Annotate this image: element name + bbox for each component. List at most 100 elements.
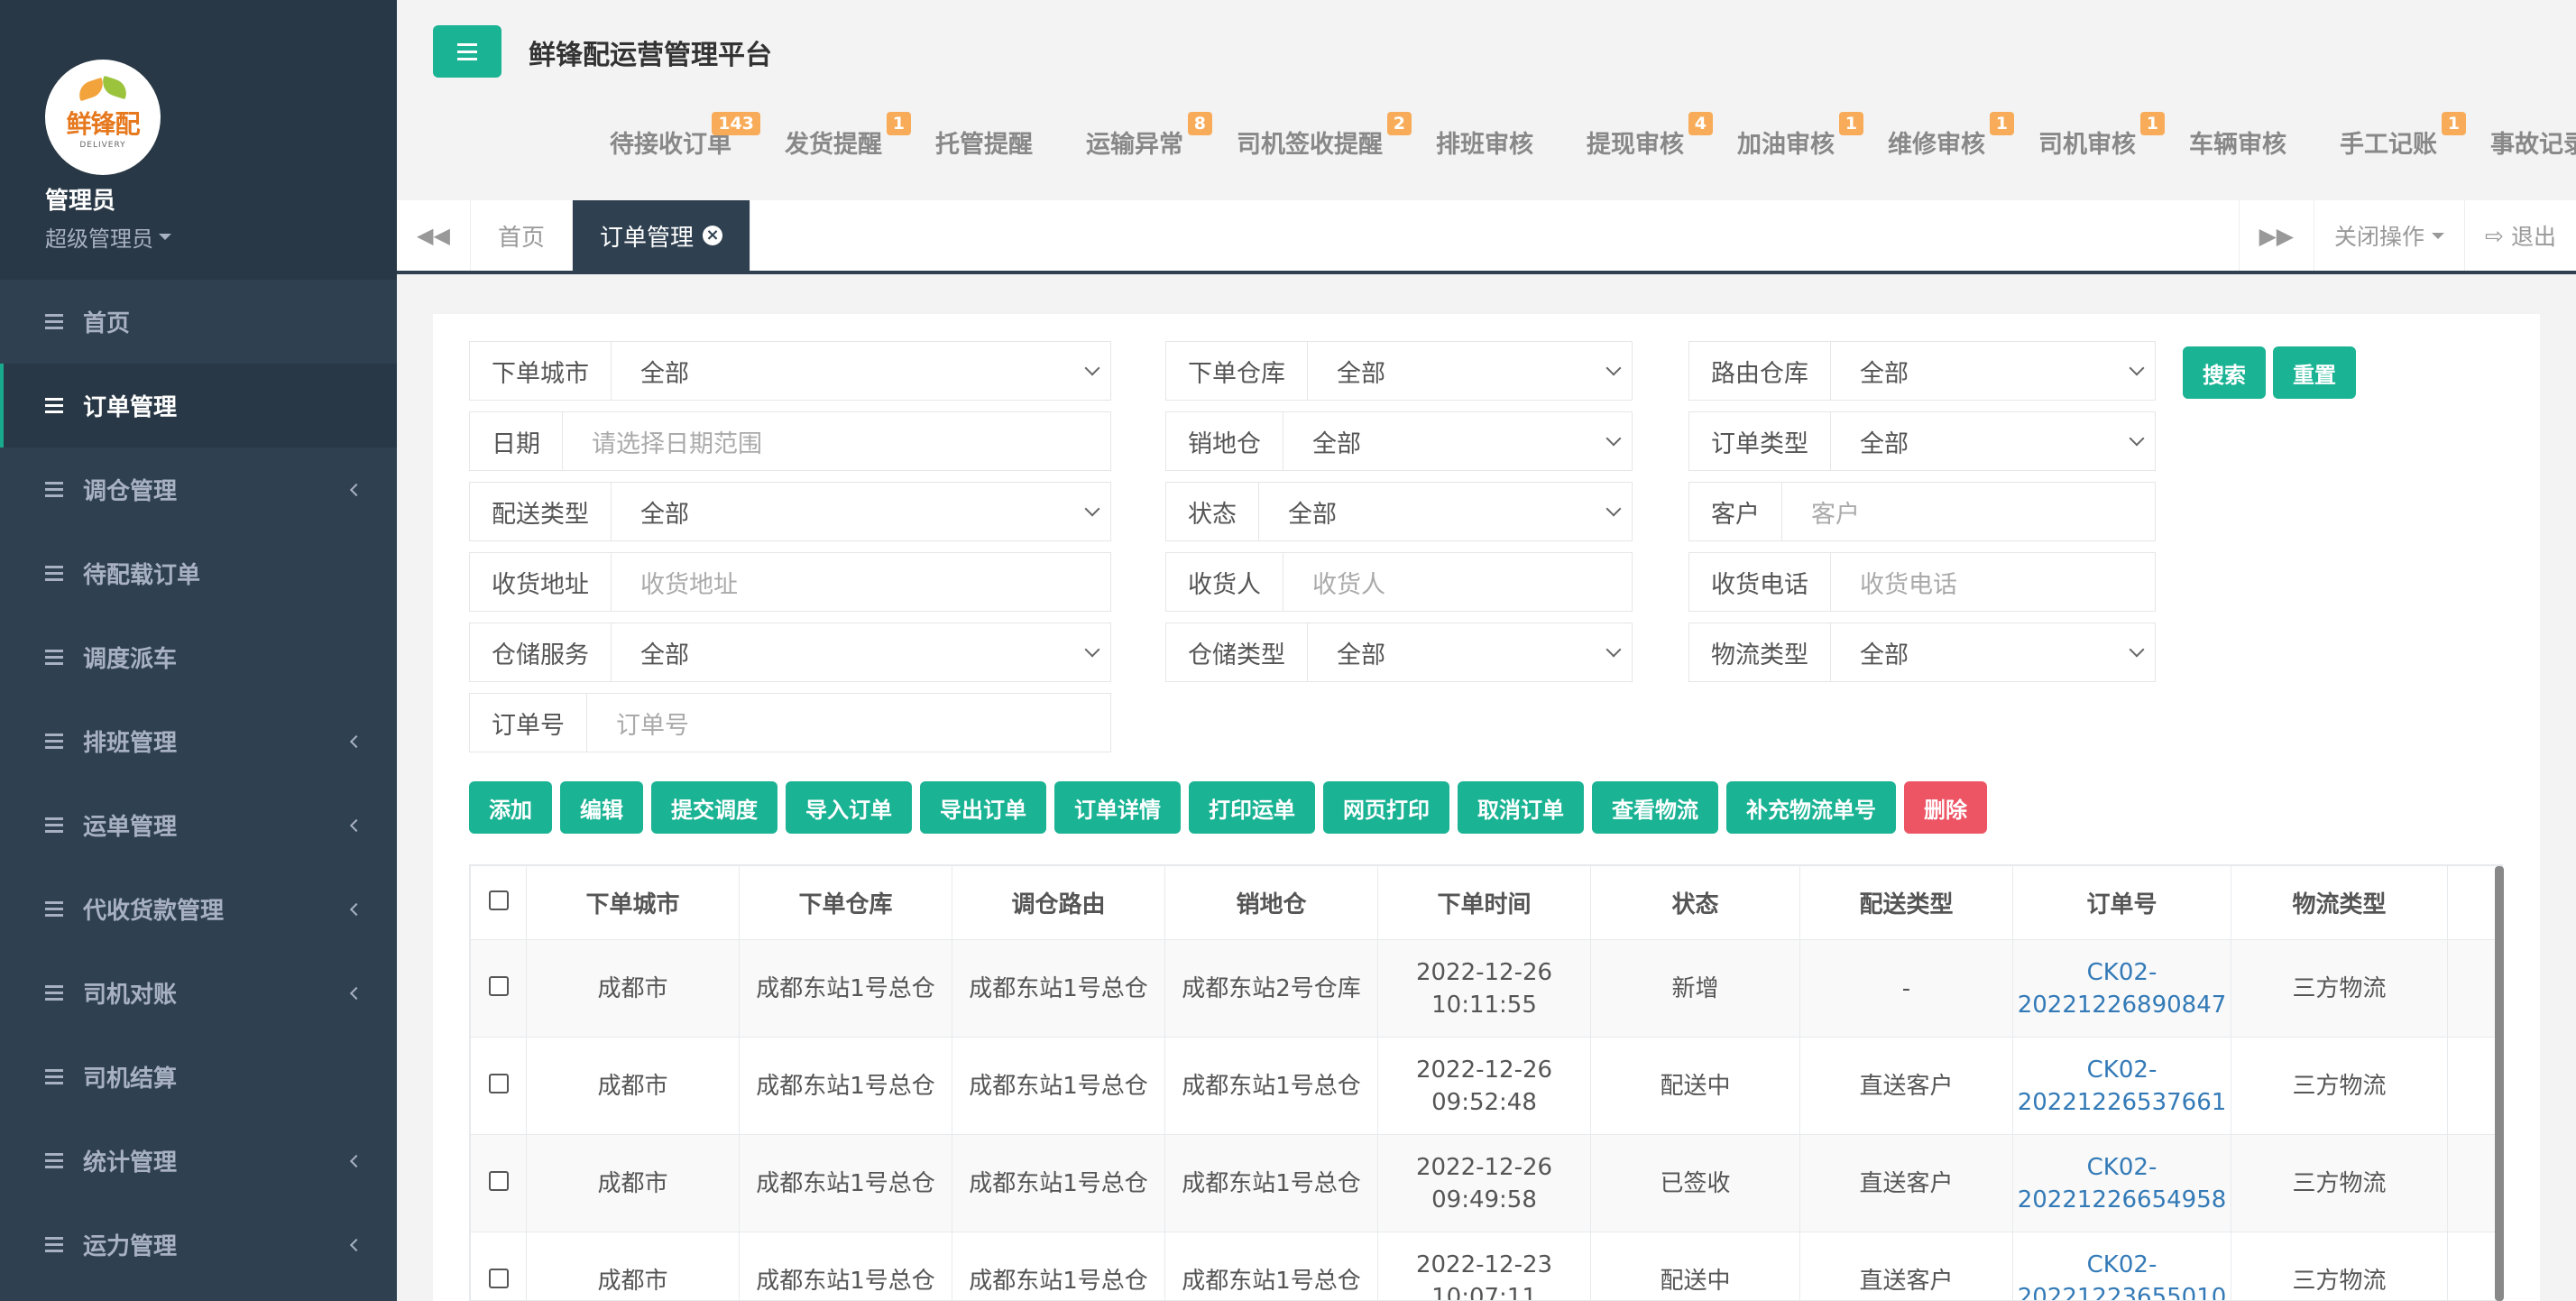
user-role-dropdown[interactable]: 超级管理员 <box>45 221 397 253</box>
reset-button[interactable]: 重置 <box>2273 346 2356 399</box>
row-checkbox[interactable] <box>488 975 509 996</box>
customer-input[interactable]: 客户 <box>1782 483 2155 540</box>
tabs-scroll-right-button[interactable]: ▶▶ <box>2238 200 2314 271</box>
sidebar-item[interactable]: 运力管理 <box>0 1203 397 1287</box>
topnav-item[interactable]: 运输异常 8 <box>1086 112 1212 160</box>
select-all-checkbox[interactable] <box>488 890 509 910</box>
action-button[interactable]: 订单详情 <box>1054 781 1181 834</box>
list-icon <box>45 985 63 1001</box>
sidebar-item[interactable]: 司机对账 <box>0 951 397 1035</box>
topnav-item[interactable]: 维修审核 1 <box>1888 112 2014 160</box>
action-button[interactable]: 取消订单 <box>1458 781 1584 834</box>
topnav-item[interactable]: 待接收订单 143 <box>610 112 760 160</box>
topnav-item[interactable]: 提现审核 4 <box>1587 112 1713 160</box>
select-value: 全部 <box>1312 429 1361 458</box>
table-row[interactable]: 成都市 成都东站1号总仓 成都东站1号总仓 成都东站2号仓库 2022-12-26 10:… <box>470 939 2502 1038</box>
order-number-suffix: 20221226654958 <box>2017 1186 2227 1213</box>
topnav-item[interactable]: 司机审核 1 <box>2038 112 2165 160</box>
delivery-type-select[interactable]: 全部 <box>612 483 1110 540</box>
action-button[interactable]: 添加 <box>469 781 552 834</box>
order-city-select[interactable]: 全部 <box>612 342 1110 400</box>
close-operations-dropdown[interactable]: 关闭操作 <box>2314 200 2464 271</box>
action-button[interactable]: 删除 <box>1904 781 1987 834</box>
topnav-item[interactable]: 发货提醒 1 <box>785 112 911 160</box>
sidebar-item[interactable]: 司机结算 <box>0 1035 397 1119</box>
table-row[interactable]: 成都市 成都东站1号总仓 成都东站1号总仓 成都东站1号总仓 2022-12-23 10:… <box>470 1232 2502 1300</box>
storage-service-select[interactable]: 全部 <box>612 623 1110 681</box>
storage-type-select[interactable]: 全部 <box>1308 623 1632 681</box>
chevron-left-icon <box>349 1238 363 1251</box>
column-header[interactable]: 物流类型 <box>2231 865 2448 940</box>
sidebar-item[interactable]: 订单管理 <box>0 364 397 448</box>
sidebar-item[interactable]: 待配载订单 <box>0 531 397 615</box>
action-button[interactable]: 查看物流 <box>1592 781 1718 834</box>
order-warehouse-select[interactable]: 全部 <box>1308 342 1632 400</box>
topnav-item[interactable]: 司机签收提醒 2 <box>1237 112 1412 160</box>
action-button[interactable]: 网页打印 <box>1323 781 1449 834</box>
column-header[interactable]: 下单时间 <box>1377 865 1591 940</box>
orders-table: 下单城市 下单仓库 调仓路由 销地仓 下单时间 状态 配送类型 订单号 物流类型 成都市 成都东站… <box>470 865 2502 1300</box>
sidebar-item[interactable]: 代收货款管理 <box>0 867 397 951</box>
action-button[interactable]: 补充物流单号 <box>1726 781 1896 834</box>
column-header[interactable]: 状态 <box>1590 865 1800 940</box>
topnav-item[interactable]: 排班审核 <box>1436 125 1560 160</box>
sidebar-item[interactable]: 运单管理 <box>0 783 397 867</box>
tab-order-management[interactable]: 订单管理 × <box>573 200 751 271</box>
column-header[interactable]: 销地仓 <box>1164 865 1378 940</box>
table-row[interactable]: 成都市 成都东站1号总仓 成都东站1号总仓 成都东站1号总仓 2022-12-26 09:… <box>470 1037 2502 1135</box>
action-button[interactable]: 导入订单 <box>786 781 912 834</box>
sales-warehouse-select[interactable]: 全部 <box>1283 412 1632 470</box>
table-scrollbar[interactable] <box>2495 866 2504 1301</box>
order-number-link[interactable]: CK02- 20221226890847 <box>2012 939 2231 1038</box>
search-button[interactable]: 搜索 <box>2183 346 2266 399</box>
order-number-link[interactable]: CK02- 20221226654958 <box>2012 1134 2231 1232</box>
topnav-item[interactable]: 加油审核 1 <box>1737 112 1863 160</box>
order-type-select[interactable]: 全部 <box>1831 412 2155 470</box>
column-header[interactable]: 下单城市 <box>526 865 740 940</box>
column-header[interactable]: 调仓路由 <box>952 865 1165 940</box>
action-button[interactable]: 编辑 <box>560 781 643 834</box>
topnav-item[interactable]: 手工记账 1 <box>2340 112 2466 160</box>
cell-order-time: 2022-12-26 09:52:48 <box>1377 1037 1591 1135</box>
cell-logistics-type: 三方物流 <box>2231 1037 2448 1135</box>
tab-home[interactable]: 首页 <box>471 200 574 271</box>
topnav-item[interactable]: 车辆审核 <box>2189 125 2314 160</box>
column-header[interactable]: 订单号 <box>2012 865 2231 940</box>
logout-button[interactable]: ⇨ 退出 <box>2464 200 2576 271</box>
action-button[interactable]: 打印运单 <box>1189 781 1315 834</box>
receiver-input[interactable]: 收货人 <box>1283 553 1632 611</box>
sidebar-item[interactable]: 调仓管理 <box>0 448 397 531</box>
topnav-item[interactable]: 事故记录2 <box>2490 125 2576 160</box>
sidebar-item[interactable]: 统计管理 <box>0 1119 397 1203</box>
sidebar-item[interactable]: 排班管理 <box>0 699 397 783</box>
column-header[interactable]: 配送类型 <box>1799 865 2013 940</box>
cell-city: 成都市 <box>526 1134 740 1232</box>
status-select[interactable]: 全部 <box>1259 483 1632 540</box>
order-time: 09:52:48 <box>1431 1088 1537 1116</box>
order-no-input[interactable]: 订单号 <box>587 694 1110 752</box>
row-checkbox[interactable] <box>488 1268 509 1288</box>
action-button[interactable]: 提交调度 <box>651 781 777 834</box>
menu-toggle-button[interactable] <box>433 25 501 78</box>
table-row[interactable]: 成都市 成都东站1号总仓 成都东站1号总仓 成都东站1号总仓 2022-12-26 09:… <box>470 1134 2502 1232</box>
phone-input[interactable]: 收货电话 <box>1831 553 2155 611</box>
topnav-item[interactable]: 托管提醒 <box>935 125 1060 160</box>
sidebar-item[interactable]: 调度派车 <box>0 615 397 699</box>
action-button[interactable]: 导出订单 <box>920 781 1046 834</box>
order-number-link[interactable]: CK02- 20221226537661 <box>2012 1037 2231 1135</box>
route-warehouse-select[interactable]: 全部 <box>1831 342 2155 400</box>
order-number-link[interactable]: CK02- 20221223655010 <box>2012 1232 2231 1300</box>
row-checkbox[interactable] <box>488 1073 509 1093</box>
logistics-type-select[interactable]: 全部 <box>1831 623 2155 681</box>
cell-sales-warehouse: 成都东站1号总仓 <box>1164 1037 1378 1135</box>
address-input[interactable]: 收货地址 <box>612 553 1110 611</box>
order-number-suffix: 20221226890847 <box>2017 991 2227 1019</box>
sidebar-item[interactable]: 首页 <box>0 280 397 364</box>
column-header[interactable]: 下单仓库 <box>739 865 952 940</box>
tabs-scroll-left-button[interactable]: ◀◀ <box>397 200 471 271</box>
order-number-prefix: CK02- <box>2086 958 2157 986</box>
row-checkbox[interactable] <box>488 1170 509 1191</box>
close-icon[interactable]: × <box>703 226 723 245</box>
date-range-input[interactable]: 请选择日期范围 <box>563 412 1110 470</box>
list-icon <box>45 734 63 749</box>
